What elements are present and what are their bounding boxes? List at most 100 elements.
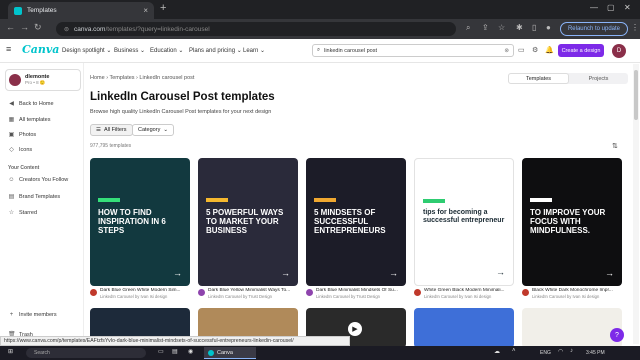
close-window-icon[interactable]: ✕ [624,3,631,12]
sidebar-item-photos[interactable]: ▣ Photos [8,131,36,139]
taskbar-search[interactable]: Search [26,348,146,358]
template-caption[interactable]: Dark Blue Yellow Minimalist Ways To... Li… [198,288,300,299]
canva-header: ≡ Canva Design spotlight ⌄ Business ⌄ Ed… [0,39,640,63]
desktop-app-icon[interactable]: ▭ [518,46,525,54]
template-card[interactable]: 5 MINDSETS OF SUCCESSFUL ENTREPRENEURS → [306,158,406,286]
url-host: canva.com [74,25,106,33]
menu-plans-pricing[interactable]: Plans and pricing ⌄ [189,47,242,54]
back-icon[interactable]: ← [6,22,15,32]
tab-projects[interactable]: Projects [569,73,628,84]
category-dropdown[interactable]: Category ⌄ [132,124,174,136]
close-tab-icon[interactable]: × [143,6,148,15]
menu-design-spotlight[interactable]: Design spotlight ⌄ [62,47,111,54]
new-tab-icon[interactable]: + [160,2,166,14]
search-input[interactable]: ⌕ linkedin carousel post ⊗ [312,44,514,57]
canva-app-icon [208,349,214,356]
weather-icon[interactable]: ☁ [494,348,500,355]
breadcrumb[interactable]: Home › Templates › LinkedIn carousel pos… [90,75,194,81]
all-filters-button[interactable]: ☰ All Filters [90,124,133,136]
sidebar-item-all-templates[interactable]: ▦ All templates [8,116,51,124]
menu-learn[interactable]: Learn ⌄ [243,47,265,54]
template-author: LinkedIn Carousel by Trust Design [316,294,381,299]
extensions-icon[interactable]: ✱ [516,23,523,32]
play-icon[interactable]: ▶ [348,322,362,336]
results-count: 977,795 templates [90,143,132,149]
sidebar-item-label: Invite members [19,312,57,318]
template-caption[interactable]: White Green Black Modern Minimali... Link… [414,288,516,299]
template-caption[interactable]: Dark Blue Green White Modern Sim... Linke… [90,288,192,299]
template-title: Dark Blue Green White Modern Sim... [100,288,181,293]
creator-avatar [90,289,97,296]
icons-icon: ◇ [9,147,14,153]
account-switcher[interactable]: dlemonte Pro • 8 🙂 [5,69,81,91]
help-button[interactable]: ? [610,328,624,342]
template-card-row2-5[interactable] [522,308,622,348]
template-card[interactable]: tips for becoming a successful entrepren… [414,158,514,286]
menu-business[interactable]: Business ⌄ [114,47,145,54]
template-card[interactable]: 5 POWERFUL WAYS TO MARKET YOUR BUSINESS → [198,158,298,286]
relaunch-button[interactable]: Relaunch to update [560,22,628,36]
create-design-button[interactable]: Create a design [558,44,604,57]
plus-icon: + [9,312,14,318]
template-card[interactable]: TO IMPROVE YOUR FOCUS WITH MINDFULNESS. → [522,158,622,286]
templates-icon: ▦ [8,117,15,123]
sidebar-item-creators[interactable]: ☺ Creators You Follow [8,177,68,183]
template-card-row2-4[interactable] [414,308,514,348]
view-toggle: Templates Projects [508,73,628,84]
search-icon: ⌕ [317,47,321,53]
explorer-icon[interactable]: ▤ [172,348,178,355]
next-arrow-icon: → [389,268,398,278]
template-card-headline: tips for becoming a successful entrepren… [423,209,505,225]
photos-icon: ▣ [8,132,15,138]
star-icon: ☆ [8,210,15,216]
minimize-icon[interactable]: — [590,3,598,12]
sidebar-item-icons[interactable]: ◇ Icons [8,146,32,154]
chevron-down-icon: ⌄ [163,127,168,133]
language-indicator[interactable]: ENG [540,350,551,356]
avatar[interactable]: D [612,44,626,58]
share-icon[interactable]: ⇪ [482,23,489,32]
sidebar-item-invite[interactable]: + Invite members [8,312,57,318]
template-title: Dark Blue Yellow Minimalist Ways To... [208,288,291,293]
google-lens-icon[interactable]: ⌕ [466,23,470,33]
template-caption[interactable]: Black White Dark Monochrome Impr... Linke… [522,288,624,299]
sidebar-item-back-home[interactable]: ◀ Back to Home [8,100,54,108]
sort-icon[interactable]: ⇅ [612,142,618,150]
next-arrow-icon: → [496,267,505,277]
volume-icon[interactable]: ♪ [570,348,573,354]
template-card-accent [530,198,552,202]
canva-logo[interactable]: Canva [22,43,59,56]
page-title: LinkedIn Carousel Post templates [90,91,275,103]
profile-icon[interactable]: ● [546,23,551,32]
notifications-icon[interactable]: 🔔 [545,46,554,54]
url-bar[interactable]: ⊜ canva.com/templates/?query=linkedin-ca… [56,22,456,36]
settings-icon[interactable]: ⚙ [532,46,538,54]
taskbar-app-canva[interactable]: Canva [204,347,256,359]
task-view-icon[interactable]: ▭ [158,348,164,355]
browser-menu-icon[interactable]: ⋮ [631,23,639,32]
forward-icon[interactable]: → [20,22,29,32]
windows-start-icon[interactable]: ⊞ [8,348,13,355]
hamburger-icon[interactable]: ≡ [6,44,11,54]
sidebar-item-starred[interactable]: ☆ Starred [8,209,37,217]
sidebar-item-brand-templates[interactable]: ▤ Brand Templates [8,193,61,201]
reload-icon[interactable]: ↻ [34,22,42,33]
menu-education[interactable]: Education ⌄ [150,47,183,54]
browser-tab[interactable]: Templates × [8,2,154,19]
chrome-icon[interactable]: ◉ [188,348,193,355]
bookmark-star-icon[interactable]: ☆ [498,23,505,32]
sidebar-item-label: Back to Home [19,100,54,107]
tab-templates[interactable]: Templates [508,73,569,84]
template-card[interactable]: HOW TO FIND INSPIRATION IN 6 STEPS → [90,158,190,286]
wifi-icon[interactable]: ◠ [558,348,563,355]
scrollbar-thumb[interactable] [634,70,638,120]
template-caption[interactable]: Dark Blue Minimalist Mindsets Of Su... Li… [306,288,408,299]
template-card-headline: HOW TO FIND INSPIRATION IN 6 STEPS [98,208,166,236]
maximize-icon[interactable]: ▢ [607,3,615,12]
clear-search-icon[interactable]: ⊗ [504,48,509,54]
template-card-accent [423,199,445,203]
sidepanel-icon[interactable]: ▯ [532,23,536,32]
creator-avatar [306,289,313,296]
site-info-icon[interactable]: ⊜ [64,26,69,33]
tray-arrow-icon[interactable]: ˄ [512,348,516,354]
